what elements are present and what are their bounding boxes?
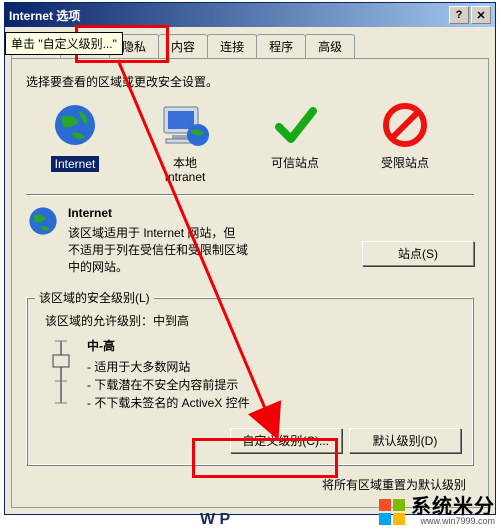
level-name: 中-高 [87, 337, 250, 354]
square [379, 499, 391, 511]
zone-prompt: 选择要查看的区域或更改安全设置。 [26, 73, 474, 90]
custom-level-button[interactable]: 自定义级别(C)... [230, 428, 342, 453]
globe-small-icon [28, 206, 58, 236]
tab-connections[interactable]: 连接 [207, 34, 257, 58]
square [393, 499, 405, 511]
window-title: Internet 选项 [9, 7, 80, 24]
security-level-group: 该区域的安全级别(L) 该区域的允许级别：中到高 中-高 - 适用于大多数网站 … [26, 297, 474, 466]
group-legend: 该区域的安全级别(L) [35, 289, 154, 306]
divider [26, 194, 474, 196]
default-level-button[interactable]: 默认级别(D) [349, 428, 461, 453]
tab-content[interactable]: 内容 [158, 34, 208, 58]
level-bullet: - 不下载未签名的 ActiveX 控件 [87, 394, 250, 411]
no-entry-icon [383, 103, 427, 147]
level-slider[interactable] [47, 337, 75, 407]
tab-advanced[interactable]: 高级 [305, 34, 355, 58]
security-panel: 选择要查看的区域或更改安全设置。 Internet [11, 58, 489, 508]
microsoft-squares-icon [379, 499, 405, 525]
title-buttons: ? ✕ [449, 6, 491, 24]
desc-body: 该区域适用于 Internet 网站，但 [68, 224, 474, 241]
square [379, 513, 391, 525]
square [393, 513, 405, 525]
zone-label: 可信站点 [271, 156, 319, 170]
zone-list: Internet 本地 Intranet [34, 98, 472, 184]
checkmark-icon [273, 103, 317, 147]
level-text: 中-高 - 适用于大多数网站 - 下载潜在不安全内容前提示 - 不下载未签名的 … [87, 337, 250, 412]
allowed-levels: 该区域的允许级别：中到高 [45, 312, 461, 329]
instruction-tooltip: 单击 "自定义级别..." [5, 32, 123, 55]
desc-heading: Internet [68, 206, 474, 220]
zone-local-intranet[interactable]: 本地 Intranet [144, 98, 226, 184]
zone-description: Internet 该区域适用于 Internet 网站，但 不适用于列在受信任和… [26, 206, 474, 275]
help-button[interactable]: ? [449, 6, 469, 24]
site-watermark: 系统⽶分 www.win7999.com [379, 497, 495, 526]
zone-trusted[interactable]: 可信站点 [254, 98, 336, 170]
zone-label: 本地 [173, 156, 197, 170]
close-button[interactable]: ✕ [471, 6, 491, 24]
watermark-title: 系统⽶分 [411, 497, 495, 517]
tab-programs[interactable]: 程序 [256, 34, 306, 58]
computer-globe-icon [160, 101, 210, 149]
level-bullet: - 下载潜在不安全内容前提示 [87, 376, 250, 393]
zone-restricted[interactable]: 受限站点 [364, 98, 446, 170]
zone-internet[interactable]: Internet [34, 98, 116, 172]
zone-sublabel: Intranet [165, 170, 206, 184]
internet-options-window: Internet 选项 ? ✕ 常规 安全 隐私 内容 连接 程序 高级 选择要… [4, 2, 496, 515]
watermark-url: www.win7999.com [420, 517, 495, 526]
zone-label: 受限站点 [381, 156, 429, 170]
sites-button[interactable]: 站点(S) [362, 241, 474, 266]
reset-all-label: 将所有区域重置为默认级别 [26, 476, 474, 493]
zone-label: Internet [51, 156, 100, 172]
titlebar[interactable]: Internet 选项 ? ✕ [5, 3, 495, 27]
wp-overlay-text: W P [200, 511, 230, 529]
globe-icon [53, 103, 97, 147]
level-bullet: - 适用于大多数网站 [87, 358, 250, 375]
